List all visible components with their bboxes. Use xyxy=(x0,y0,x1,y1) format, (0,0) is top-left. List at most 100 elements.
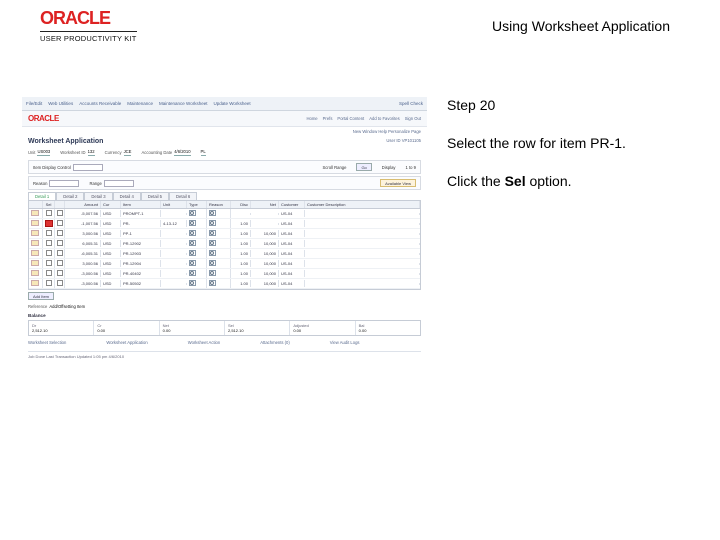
col-net[interactable]: Net xyxy=(251,201,279,208)
col-disc[interactable]: Disc xyxy=(231,201,251,208)
link-prefs[interactable]: Prefs xyxy=(323,116,333,121)
tab-detail-6[interactable]: Detail 6 xyxy=(169,192,197,200)
flag-checkbox[interactable] xyxy=(57,260,63,266)
col-type[interactable]: Type xyxy=(187,201,207,208)
flag-checkbox[interactable] xyxy=(57,220,63,226)
range-input[interactable] xyxy=(104,180,134,187)
lookup-icon[interactable] xyxy=(209,250,216,256)
table-row[interactable]: -6,005.31USDPR-129031.0010,000US-04 xyxy=(29,249,420,259)
table-row[interactable]: 3,000.56USDPR-129041.0010,000US-04 xyxy=(29,259,420,269)
flag-checkbox[interactable] xyxy=(57,270,63,276)
flag-checkbox[interactable] xyxy=(57,280,63,286)
lookup-icon[interactable] xyxy=(189,220,196,226)
link-portal[interactable]: Portal Content xyxy=(337,116,364,121)
flag-checkbox[interactable] xyxy=(57,210,63,216)
tab-detail-3[interactable]: Detail 3 xyxy=(84,192,112,200)
table-row[interactable]: -5,007.56USDPROMPT-1US-04 xyxy=(29,209,420,219)
lookup-icon[interactable] xyxy=(209,270,216,276)
table-row[interactable]: 3,000.56USDPP-11.0010,000US-04 xyxy=(29,229,420,239)
menu-item[interactable]: Web Utilities xyxy=(48,101,73,106)
summary-val: 0.00 xyxy=(97,328,155,333)
sel-checkbox[interactable] xyxy=(46,250,52,256)
cell-custdesc xyxy=(305,263,420,265)
col-custdesc[interactable]: Customer Description xyxy=(305,201,420,208)
sel-checkbox[interactable] xyxy=(46,230,52,236)
item-display-select[interactable] xyxy=(73,164,103,171)
lookup-icon[interactable] xyxy=(189,270,196,276)
link-ws-action[interactable]: Worksheet Action xyxy=(188,340,221,345)
lookup-icon[interactable] xyxy=(189,240,196,246)
link-ws-application[interactable]: Worksheet Application xyxy=(106,340,147,345)
app-logo: ORACLE xyxy=(28,114,59,123)
app-userid: User ID VP101105 xyxy=(386,138,421,145)
link-home[interactable]: Home xyxy=(306,116,317,121)
add-item-button[interactable]: Add Item xyxy=(28,292,54,300)
table-row[interactable]: -3,000.56USDPR-505021.0010,000US-04 xyxy=(29,279,420,289)
instruction-line-2: Click the Sel option. xyxy=(447,173,697,189)
col-reason[interactable]: Reason xyxy=(207,201,231,208)
acct-label: Accounting Date xyxy=(141,150,172,155)
lookup-icon[interactable] xyxy=(189,210,196,216)
tab-detail-1[interactable]: Detail 1 xyxy=(28,192,56,200)
col-unit[interactable]: Unit xyxy=(161,201,187,208)
table-row[interactable]: 6,005.31USDPR-129021.0010,000US-04 xyxy=(29,239,420,249)
cell-amount: -6,005.31 xyxy=(65,250,101,257)
link-audit[interactable]: View Audit Logs xyxy=(330,340,360,345)
flag-checkbox[interactable] xyxy=(57,230,63,236)
sel-checkbox-highlight[interactable] xyxy=(45,220,53,227)
tab-detail-2[interactable]: Detail 2 xyxy=(56,192,84,200)
menu-item[interactable]: Accounts Receivable xyxy=(79,101,121,106)
link-ws-selection[interactable]: Worksheet Selection xyxy=(28,340,66,345)
cell-custdesc xyxy=(305,253,420,255)
row-icon xyxy=(31,280,39,286)
lookup-icon[interactable] xyxy=(209,220,216,226)
menu-item[interactable]: Maintenance Worksheet xyxy=(159,101,207,106)
lookup-icon[interactable] xyxy=(209,240,216,246)
app-menubar: File/Edit Web Utilities Accounts Receiva… xyxy=(22,97,427,111)
cell-cur: USD xyxy=(101,230,121,237)
cell-custdesc xyxy=(305,283,420,285)
lookup-icon[interactable] xyxy=(189,260,196,266)
col-cur[interactable]: Cur xyxy=(101,201,121,208)
reason-input[interactable] xyxy=(49,180,79,187)
col-sel[interactable]: Sel xyxy=(43,201,55,208)
ws-label: Worksheet ID xyxy=(60,150,85,155)
col-item[interactable]: Item xyxy=(121,201,161,208)
scroll-range-label: Scroll Range xyxy=(322,165,346,170)
table-row[interactable]: -3,000.56USDPR-404021.0010,000US-04 xyxy=(29,269,420,279)
cell-unit xyxy=(161,263,187,265)
sel-checkbox[interactable] xyxy=(46,260,52,266)
instr2-c: option. xyxy=(526,173,572,189)
lookup-icon[interactable] xyxy=(209,230,216,236)
subheader-links[interactable]: New Window Help Personalize Page xyxy=(353,129,421,134)
menu-item[interactable]: Maintenance xyxy=(127,101,153,106)
lookup-icon[interactable] xyxy=(209,210,216,216)
lookup-icon[interactable] xyxy=(209,280,216,286)
lookup-icon[interactable] xyxy=(189,230,196,236)
flag-checkbox[interactable] xyxy=(57,250,63,256)
lookup-icon[interactable] xyxy=(189,280,196,286)
table-row[interactable]: -1,007.56USDPR-4-13-121.00US-04 xyxy=(29,219,420,229)
tab-detail-4[interactable]: Detail 4 xyxy=(113,192,141,200)
cell-item: PR- xyxy=(121,220,161,227)
col-cust[interactable]: Customer xyxy=(279,201,305,208)
menu-item[interactable]: Update Worksheet xyxy=(213,101,250,106)
sel-checkbox[interactable] xyxy=(46,240,52,246)
sel-checkbox[interactable] xyxy=(46,280,52,286)
lookup-icon[interactable] xyxy=(189,250,196,256)
menu-right[interactable]: Spell Check xyxy=(399,101,423,106)
display-label: Display xyxy=(382,165,396,170)
menu-item[interactable]: File/Edit xyxy=(26,101,42,106)
col-amount[interactable]: Amount xyxy=(65,201,101,208)
sel-checkbox[interactable] xyxy=(46,270,52,276)
tab-detail-5[interactable]: Detail 5 xyxy=(141,192,169,200)
flag-checkbox[interactable] xyxy=(57,240,63,246)
available-view-button[interactable]: Available View xyxy=(380,179,416,187)
sel-checkbox[interactable] xyxy=(46,210,52,216)
link-fav[interactable]: Add to Favorites xyxy=(369,116,400,121)
go-button[interactable]: Go xyxy=(356,163,371,171)
link-signout[interactable]: Sign Out xyxy=(405,116,421,121)
link-attachments[interactable]: Attachments (0) xyxy=(260,340,290,345)
cell-cur: USD xyxy=(101,280,121,287)
lookup-icon[interactable] xyxy=(209,260,216,266)
